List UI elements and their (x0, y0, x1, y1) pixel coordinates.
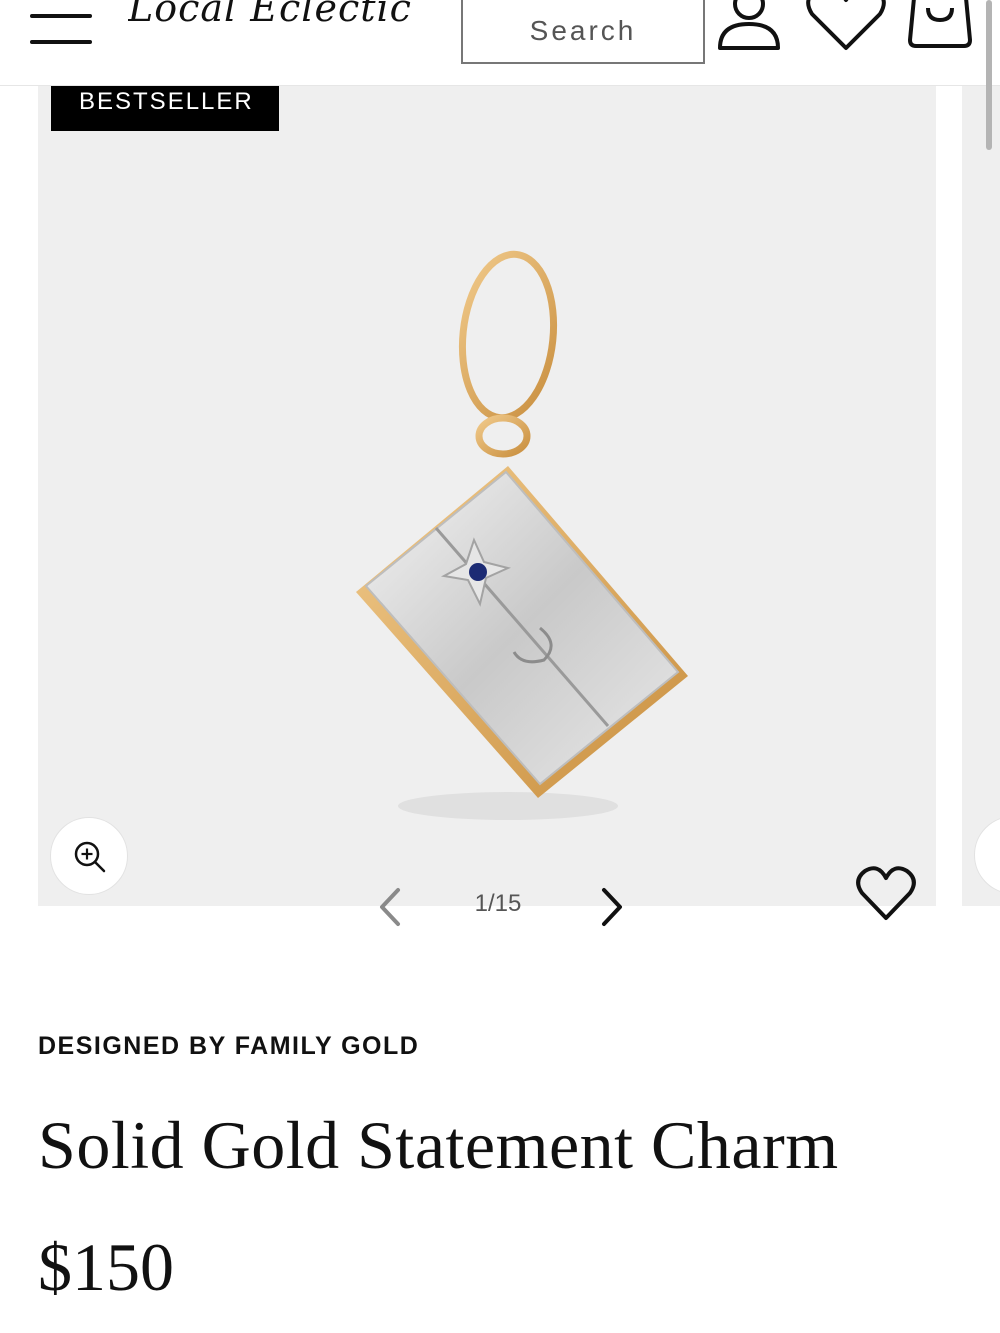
menu-icon (30, 14, 92, 18)
zoom-button[interactable] (50, 817, 128, 895)
heart-icon[interactable] (855, 866, 917, 924)
next-image-peek[interactable] (962, 86, 1000, 906)
scrollbar-thumb[interactable] (986, 0, 992, 150)
site-header: Local Eclectic (0, 0, 1000, 86)
shopping-bag-icon[interactable] (904, 0, 976, 50)
designer-label[interactable]: DESIGNED BY FAMILY GOLD (38, 1032, 419, 1061)
chevron-left-icon[interactable] (370, 884, 410, 930)
bestseller-badge: BESTSELLER (51, 86, 279, 131)
image-counter: 1/15 (474, 890, 522, 917)
search-field[interactable] (461, 0, 705, 64)
account-icon[interactable] (714, 0, 784, 52)
menu-icon-bar (30, 40, 92, 44)
zoom-button-peek (974, 816, 1000, 894)
product-image-slide[interactable] (38, 86, 936, 906)
search-input[interactable] (463, 0, 703, 62)
product-price: $150 (38, 1229, 174, 1305)
charm-product-image (356, 250, 688, 820)
chevron-right-icon[interactable] (592, 884, 632, 930)
zoom-in-icon (74, 841, 106, 873)
menu-button[interactable] (30, 10, 92, 50)
heart-icon[interactable] (804, 0, 888, 52)
product-page: Local Eclectic Search BESTSELLER 1/15 DE… (0, 0, 1000, 1333)
site-logo[interactable]: Local Eclectic (128, 0, 438, 42)
product-title: Solid Gold Statement Charm (38, 1107, 839, 1183)
